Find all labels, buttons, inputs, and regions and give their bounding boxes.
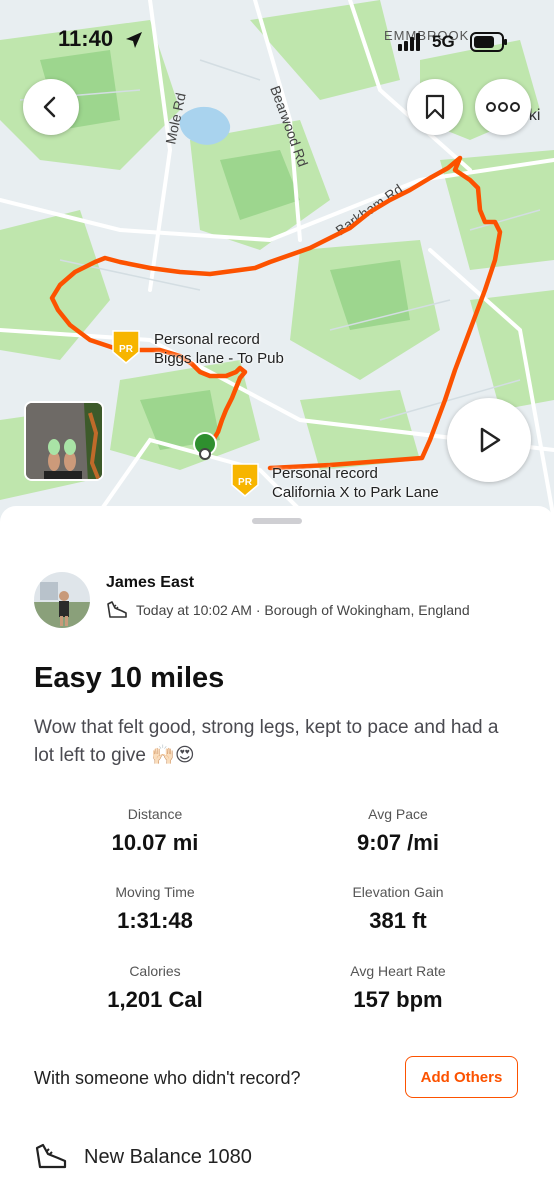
- stat-calories: Calories 1,201 Cal: [55, 963, 255, 1013]
- photo-image: [26, 403, 102, 479]
- place-label-emmbrook: EMMBROOK: [384, 28, 469, 43]
- signal-icon: [398, 33, 420, 51]
- pr-label-1: Personal record Biggs lane - To Pub: [154, 330, 284, 368]
- stat-label: Moving Time: [115, 884, 195, 900]
- stat-value: 381 ft: [369, 908, 427, 933]
- activity-photo-thumbnail[interactable]: [24, 401, 104, 481]
- pr-badge-icon[interactable]: PR: [112, 330, 140, 364]
- more-icon: [486, 102, 520, 112]
- finish-marker: [199, 448, 211, 460]
- stat-value: 10.07 mi: [111, 830, 199, 855]
- gear-row[interactable]: New Balance 1080: [34, 1142, 252, 1172]
- activity-sheet: James East Today at 10:02 AM · Borough o…: [0, 506, 554, 1200]
- pr-title: Personal record: [272, 465, 378, 482]
- battery-icon: [470, 32, 507, 52]
- bookmark-button[interactable]: [407, 79, 463, 135]
- stat-value: 1,201 Cal: [107, 987, 203, 1012]
- location-arrow-icon: [126, 32, 142, 48]
- stat-elevation-gain: Elevation Gain 381 ft: [298, 884, 498, 934]
- stat-label: Distance: [127, 806, 183, 822]
- more-button[interactable]: [475, 79, 531, 135]
- shoe-icon: [35, 1143, 67, 1169]
- gear-name: New Balance 1080: [84, 1145, 252, 1168]
- stat-value: 9:07 /mi: [357, 830, 439, 855]
- stat-value: 157 bpm: [353, 987, 443, 1012]
- stat-moving-time: Moving Time 1:31:48: [55, 884, 255, 934]
- pr-badge-text: PR: [119, 344, 134, 355]
- pr-title: Personal record: [154, 331, 260, 348]
- pr-segment-name: California X to Park Lane: [272, 484, 439, 501]
- stat-label: Calories: [129, 963, 181, 979]
- play-icon: [480, 427, 501, 453]
- activity-title: Easy 10 miles: [34, 662, 225, 694]
- stat-avg-pace: Avg Pace 9:07 /mi: [298, 806, 498, 856]
- activity-description: Wow that felt good, strong legs, kept to…: [34, 717, 499, 766]
- play-flyover-button[interactable]: [447, 398, 531, 482]
- with-others-prompt: With someone who didn't record?: [34, 1068, 301, 1088]
- sheet-handle[interactable]: [252, 518, 302, 524]
- network-type: 5G: [432, 32, 455, 51]
- add-others-button[interactable]: Add Others: [405, 1056, 518, 1098]
- back-button[interactable]: [23, 79, 79, 135]
- bookmark-icon: [425, 94, 445, 120]
- stat-value: 1:31:48: [117, 908, 193, 933]
- shoe-icon: [107, 601, 127, 618]
- avatar-image: [34, 572, 90, 628]
- activity-time-location: Today at 10:02 AM · Borough of Wokingham…: [136, 602, 470, 618]
- pr-label-2: Personal record California X to Park Lan…: [272, 464, 439, 502]
- status-time: 11:40: [58, 26, 114, 51]
- stat-label: Elevation Gain: [352, 884, 444, 900]
- activity-meta: Today at 10:02 AM · Borough of Wokingham…: [106, 600, 470, 620]
- stat-label: Avg Pace: [368, 806, 428, 822]
- pr-badge-icon[interactable]: PR: [231, 463, 259, 497]
- stat-distance: Distance 10.07 mi: [55, 806, 255, 856]
- stat-avg-heart-rate: Avg Heart Rate 157 bpm: [298, 963, 498, 1013]
- stat-label: Avg Heart Rate: [350, 963, 446, 979]
- back-icon: [43, 96, 56, 118]
- pr-badge-text: PR: [238, 477, 253, 488]
- athlete-name[interactable]: James East: [106, 574, 194, 592]
- pr-segment-name: Biggs lane - To Pub: [154, 350, 284, 367]
- avatar[interactable]: [34, 572, 90, 628]
